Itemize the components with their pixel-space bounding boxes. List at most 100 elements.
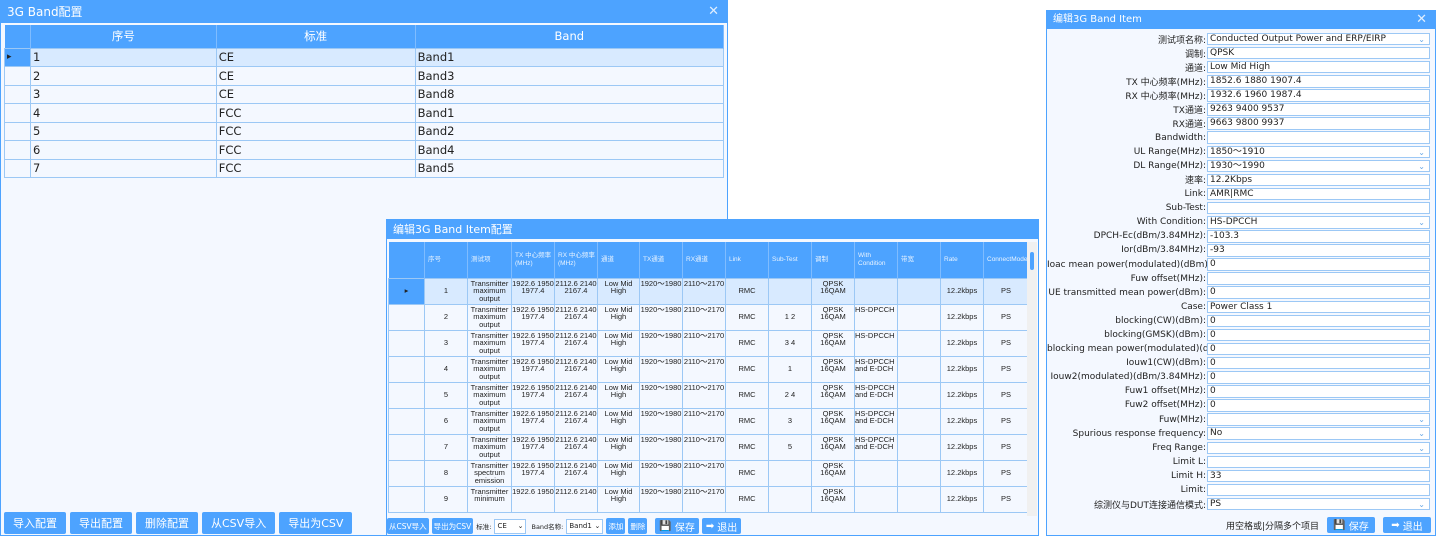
field-input[interactable]: QPSK — [1207, 46, 1430, 60]
row-header[interactable] — [388, 303, 425, 331]
field-input[interactable] — [1207, 131, 1430, 144]
standard-select[interactable]: CE ⌄ — [494, 518, 527, 534]
column-header[interactable]: 带宽 — [897, 242, 941, 278]
row-header[interactable] — [4, 158, 31, 178]
column-header[interactable]: 测试项 — [467, 242, 512, 278]
table-row[interactable]: 6 FCC Band4 — [4, 140, 725, 160]
field-input[interactable]: 0 — [1207, 356, 1430, 370]
row-header[interactable] — [388, 329, 425, 357]
field-input[interactable] — [1207, 201, 1430, 215]
toolbar-button[interactable]: 导出为CSV — [279, 512, 353, 534]
column-header[interactable]: With Condition — [854, 242, 898, 278]
table-row[interactable]: 8 Transmitter spectrum emission 1922.6 195… — [388, 459, 1029, 487]
column-header[interactable]: ConnectMode — [983, 242, 1029, 278]
field-dropdown[interactable]: ⌄ — [1207, 413, 1430, 426]
table-row[interactable]: ▸ 1 Transmitter maximum output 1922.6 1950 … — [388, 277, 1029, 305]
row-header[interactable] — [388, 381, 425, 409]
table-row[interactable]: 5 FCC Band2 — [4, 121, 725, 141]
toolbar-button[interactable]: 删除配置 — [136, 512, 198, 534]
field-input[interactable]: 0 — [1207, 342, 1430, 356]
field-input[interactable] — [1207, 272, 1430, 285]
table-row[interactable]: 7 Transmitter maximum output 1922.6 1950 1… — [388, 433, 1029, 461]
close-icon[interactable]: ✕ — [1416, 11, 1427, 29]
toolbar-button[interactable]: 从CSV导入 — [202, 512, 276, 534]
table-row[interactable]: 3 Transmitter maximum output 1922.6 1950 1… — [388, 329, 1029, 357]
column-header[interactable]: RX 中心频率(MHz) — [554, 242, 598, 278]
field-input[interactable]: 0 — [1207, 371, 1430, 384]
field-input[interactable]: 1852.6 1880 1907.4 — [1207, 75, 1430, 88]
column-header[interactable]: 序号 — [424, 242, 468, 278]
exit-button[interactable]: ➡ 退出 — [1383, 517, 1431, 533]
column-header[interactable]: Link — [725, 242, 769, 278]
row-header[interactable] — [388, 407, 425, 435]
row-header[interactable] — [4, 140, 31, 160]
field-input[interactable]: 33 — [1207, 469, 1430, 483]
field-input[interactable]: 0 — [1207, 399, 1430, 412]
table-row[interactable]: 6 Transmitter maximum output 1922.6 1950 1… — [388, 407, 1029, 435]
field-dropdown[interactable]: 1850～1910 ⌄ — [1207, 145, 1430, 159]
toolbar-button[interactable]: 导入配置 — [4, 512, 66, 534]
vertical-scrollbar[interactable] — [1027, 242, 1037, 516]
column-header[interactable]: 调制 — [811, 242, 855, 278]
field-input[interactable]: 0 — [1207, 286, 1430, 299]
row-header[interactable] — [388, 459, 425, 487]
field-input[interactable]: -103.3 — [1207, 230, 1430, 243]
table-row[interactable]: 2 CE Band3 — [4, 66, 725, 86]
field-dropdown[interactable]: ⌄ — [1207, 441, 1430, 455]
column-header[interactable]: RX通道 — [682, 242, 726, 278]
table-row[interactable]: 2 Transmitter maximum output 1922.6 1950 1… — [388, 303, 1029, 331]
add-button[interactable]: 添加 — [606, 518, 626, 534]
field-dropdown[interactable]: No ⌄ — [1207, 427, 1430, 440]
field-input[interactable]: 0 — [1207, 328, 1430, 342]
close-icon[interactable]: ✕ — [708, 1, 719, 23]
field-dropdown[interactable]: Conducted Output Power and ERP/EIRP ⌄ — [1207, 32, 1430, 46]
field-input[interactable] — [1207, 483, 1430, 497]
field-dropdown[interactable]: HS-DPCCH ⌄ — [1207, 216, 1430, 229]
field-input[interactable]: Low Mid High — [1207, 60, 1430, 74]
field-input[interactable]: AMR|RMC — [1207, 187, 1430, 201]
table-row[interactable]: 4 FCC Band1 — [4, 103, 725, 123]
field-input[interactable] — [1207, 455, 1430, 469]
row-header[interactable]: ▸ — [388, 277, 425, 305]
save-button[interactable]: 💾 保存 — [1327, 517, 1375, 533]
table-row[interactable]: ▸ 1 CE Band1 — [4, 47, 725, 67]
row-header[interactable] — [388, 355, 425, 383]
column-header[interactable]: 序号 — [30, 25, 217, 48]
field-input[interactable]: -93 — [1207, 244, 1430, 257]
toolbar-button[interactable]: 导出配置 — [70, 512, 132, 534]
row-header[interactable] — [4, 121, 31, 141]
field-input[interactable]: 0 — [1207, 385, 1430, 398]
column-header[interactable]: Rate — [940, 242, 984, 278]
field-input[interactable]: 0 — [1207, 258, 1430, 271]
row-header[interactable] — [4, 84, 31, 104]
field-input[interactable]: 9663 9800 9937 — [1207, 117, 1430, 130]
row-header[interactable]: ▸ — [4, 47, 31, 67]
field-input[interactable]: 0 — [1207, 314, 1430, 328]
column-header[interactable]: TX通道 — [639, 242, 683, 278]
band-name-select[interactable]: Band1 ⌄ — [566, 518, 604, 534]
column-header[interactable]: Band — [415, 25, 725, 48]
delete-button[interactable]: 删除 — [628, 518, 648, 534]
table-row[interactable]: 7 FCC Band5 — [4, 158, 725, 178]
export-csv-button[interactable]: 导出为CSV — [431, 518, 474, 534]
row-header[interactable] — [4, 66, 31, 86]
column-header[interactable]: TX 中心频率(MHz) — [511, 242, 555, 278]
save-button[interactable]: 💾 保存 — [655, 518, 699, 534]
column-header[interactable]: 通道 — [597, 242, 640, 278]
column-header[interactable]: Sub-Test — [768, 242, 812, 278]
field-input[interactable]: 9263 9400 9537 — [1207, 103, 1430, 116]
row-header[interactable] — [388, 433, 425, 461]
row-header[interactable] — [4, 103, 31, 123]
field-dropdown[interactable]: 1930～1990 ⌄ — [1207, 159, 1430, 173]
table-row[interactable]: 5 Transmitter maximum output 1922.6 1950 1… — [388, 381, 1029, 409]
scrollbar-thumb[interactable] — [1030, 252, 1034, 270]
table-row[interactable]: 3 CE Band8 — [4, 84, 725, 104]
import-csv-button[interactable]: 从CSV导入 — [387, 518, 429, 534]
field-dropdown[interactable]: PS ⌄ — [1207, 497, 1430, 511]
table-row[interactable]: 4 Transmitter maximum output 1922.6 1950 1… — [388, 355, 1029, 383]
field-input[interactable]: 1932.6 1960 1987.4 — [1207, 89, 1430, 102]
column-header[interactable]: 标准 — [216, 25, 416, 48]
row-header[interactable] — [388, 485, 425, 513]
field-input[interactable]: Power Class 1 — [1207, 300, 1430, 314]
field-input[interactable]: 12.2Kbps — [1207, 173, 1430, 187]
